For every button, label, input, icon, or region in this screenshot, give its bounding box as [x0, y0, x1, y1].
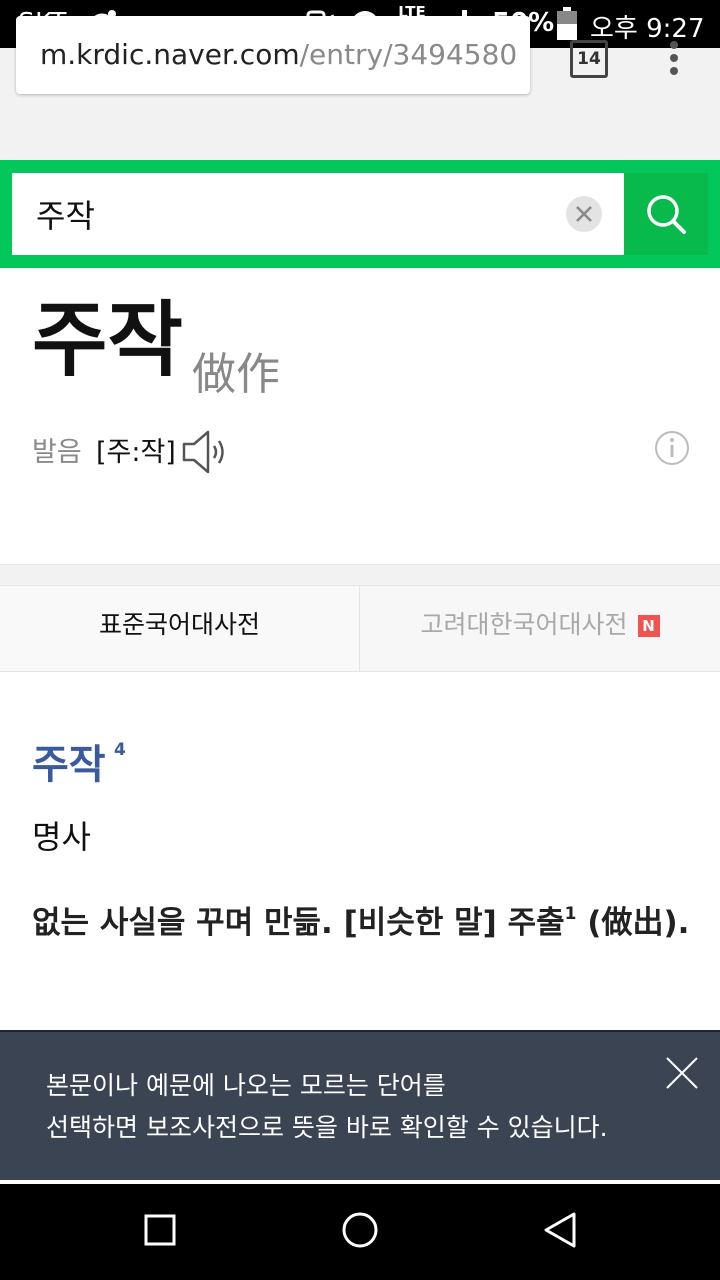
definition-text: 없는 사실을 꾸며 만듦. [비슷한 말] 주출1 (做出). [32, 888, 692, 949]
toast-line-1: 본문이나 예문에 나오는 모르는 단어를 [46, 1071, 446, 1100]
tab-label: 고려대한국어대사전 [420, 610, 628, 639]
definition-main: 없는 사실을 꾸며 만듦. [비슷한 말] 주출 [32, 905, 565, 941]
speaker-icon[interactable] [180, 428, 228, 476]
info-icon[interactable] [654, 430, 690, 466]
search-icon [647, 195, 686, 234]
back-icon[interactable] [540, 1210, 580, 1250]
homonym-number: 4 [114, 740, 126, 760]
home-icon[interactable] [340, 1210, 380, 1250]
definition-tail: (做出). [576, 905, 690, 941]
hint-toast: 본문이나 예문에 나오는 모르는 단어를 선택하면 보조사전으로 뜻을 바로 확… [0, 1030, 720, 1180]
entry-hanja: 做作 [192, 349, 280, 400]
new-badge: N [637, 615, 660, 637]
section-divider [0, 564, 720, 586]
url-text: m.krdic.naver.com/entry/3494580 [40, 38, 517, 71]
definition-word[interactable]: 주작 [32, 732, 106, 790]
pronunciation-label: 발음 [32, 437, 82, 468]
tab-standard-dictionary[interactable]: 표준국어대사전 [0, 586, 360, 671]
clear-search-button[interactable] [566, 196, 602, 232]
tab-korea-univ-dictionary[interactable]: 고려대한국어대사전 N [360, 586, 720, 671]
close-icon [576, 206, 592, 222]
synonym-number: 1 [564, 904, 577, 924]
search-input[interactable] [36, 188, 556, 240]
toast-close-icon[interactable] [664, 1055, 700, 1091]
entry-headword: 주작 [32, 293, 183, 388]
tab-switcher-button[interactable]: 14 [570, 40, 608, 78]
pronunciation-value: [주:작] [96, 437, 176, 468]
dictionary-tabs: 표준국어대사전 고려대한국어대사전 N [0, 586, 720, 672]
tab-label: 표준국어대사전 [98, 610, 260, 639]
clock: 오후 9:27 [590, 14, 705, 44]
toast-line-2: 선택하면 보조사전으로 뜻을 바로 확인할 수 있습니다. [46, 1113, 608, 1142]
battery-icon [557, 7, 577, 40]
more-options-icon[interactable] [666, 38, 682, 78]
search-button[interactable] [624, 173, 708, 255]
url-path: /entry/3494580 [299, 38, 518, 71]
recent-apps-icon[interactable] [144, 1214, 176, 1246]
address-bar[interactable]: m.krdic.naver.com/entry/3494580 [16, 16, 530, 94]
part-of-speech: 명사 [32, 818, 91, 856]
url-domain: m.krdic.naver.com [40, 38, 300, 71]
